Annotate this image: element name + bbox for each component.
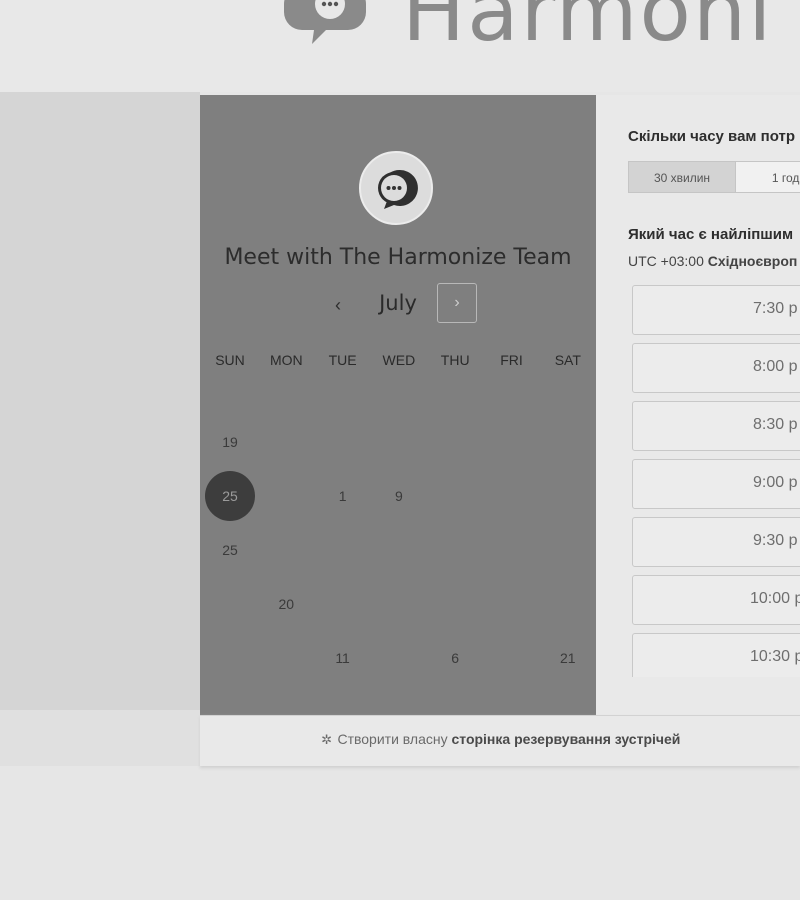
duration-tab[interactable]: 1 годи [735, 161, 800, 193]
weekday-sat: SAT [554, 352, 581, 368]
time-slot-label: 8:30 p [753, 416, 798, 433]
chat-bubble-icon [378, 169, 418, 209]
weekday-mon: MON [269, 352, 303, 368]
time-slot-button[interactable]: 10:00 p [632, 575, 800, 625]
weekday-wed: WED [382, 352, 416, 368]
timezone-name: Східноєвроп [707, 253, 798, 269]
calendar-day[interactable]: 9 [374, 471, 424, 521]
time-slot-button[interactable]: 9:30 p [632, 517, 800, 567]
calendar-day[interactable]: 19 [205, 417, 255, 467]
weekday-sun: SUN [215, 352, 245, 368]
time-slot-button[interactable]: 10:30 p [632, 633, 800, 677]
avatar [359, 151, 433, 225]
meeting-title: Meet with The Harmonize Team [224, 245, 572, 270]
month-label: July [379, 291, 417, 315]
time-question: Який час є найліпшим [628, 226, 794, 243]
brand-name: Harmoni [402, 0, 774, 60]
time-slot-label: 9:00 p [753, 474, 798, 491]
hubspot-sprocket-icon: ✲ [321, 732, 333, 747]
timezone-offset: UTC +03:00 [628, 253, 708, 269]
weekday-header: SUN MON TUE WED THU FRI SAT [200, 352, 596, 372]
calendar-day[interactable]: 11 [318, 633, 368, 683]
weekday-fri: FRI [500, 352, 523, 368]
selected-day[interactable]: 25 [205, 471, 255, 521]
create-booking-page-link[interactable]: сторінка резервування зустрічей [451, 731, 680, 747]
footer: ✲ Створити власну сторінка резервування … [200, 715, 800, 766]
duration-tabs: 30 хвилин1 годи [628, 161, 800, 193]
calendar-day[interactable]: 25 [205, 525, 255, 575]
calendar-day[interactable]: 6 [430, 633, 480, 683]
time-slot-list: 7:30 p 8:00 p 8:30 p 9:00 p 9:30 p 10:00 p 10:… [632, 285, 800, 677]
time-slot-label: 8:00 p [753, 358, 798, 375]
time-slot-label: 7:30 p [753, 300, 798, 317]
timezone-label[interactable]: UTC +03:00 Східноєвроп [628, 253, 797, 269]
calendar-panel: Meet with The Harmonize Team ‹ July › SU… [200, 95, 596, 715]
time-slot-button[interactable]: 7:30 p [632, 285, 800, 335]
time-slot-button[interactable]: 9:00 p [632, 459, 800, 509]
side-panel [0, 92, 200, 710]
harmonize-logo-icon [284, 0, 366, 44]
weekday-thu: THU [440, 352, 470, 368]
duration-tab[interactable]: 30 хвилин [628, 161, 736, 193]
duration-question: Скільки часу вам потр [628, 128, 796, 145]
next-month-button[interactable]: › [437, 283, 477, 323]
time-selection-panel: Скільки часу вам потр 30 хвилин1 годи Як… [596, 95, 800, 715]
calendar-day[interactable]: 20 [261, 579, 311, 629]
time-slot-button[interactable]: 8:00 p [632, 343, 800, 393]
month-navigation: ‹ July › [200, 283, 596, 327]
brand-header: Harmoni [0, 0, 800, 92]
footer-text: ✲ Створити власну сторінка резервування … [200, 731, 800, 748]
time-slot-label: 10:30 p [750, 648, 800, 665]
time-slot-label: 10:00 p [750, 590, 800, 607]
calendar-day[interactable]: 1 [318, 471, 368, 521]
prev-month-button[interactable]: ‹ [324, 291, 352, 319]
side-panel-bottom [0, 710, 200, 766]
time-slot-button[interactable]: 8:30 p [632, 401, 800, 451]
calendar-day[interactable]: 21 [543, 633, 593, 683]
weekday-tue: TUE [328, 352, 357, 368]
footer-prefix: Створити власну [337, 731, 452, 747]
time-slot-label: 9:30 p [753, 532, 798, 549]
